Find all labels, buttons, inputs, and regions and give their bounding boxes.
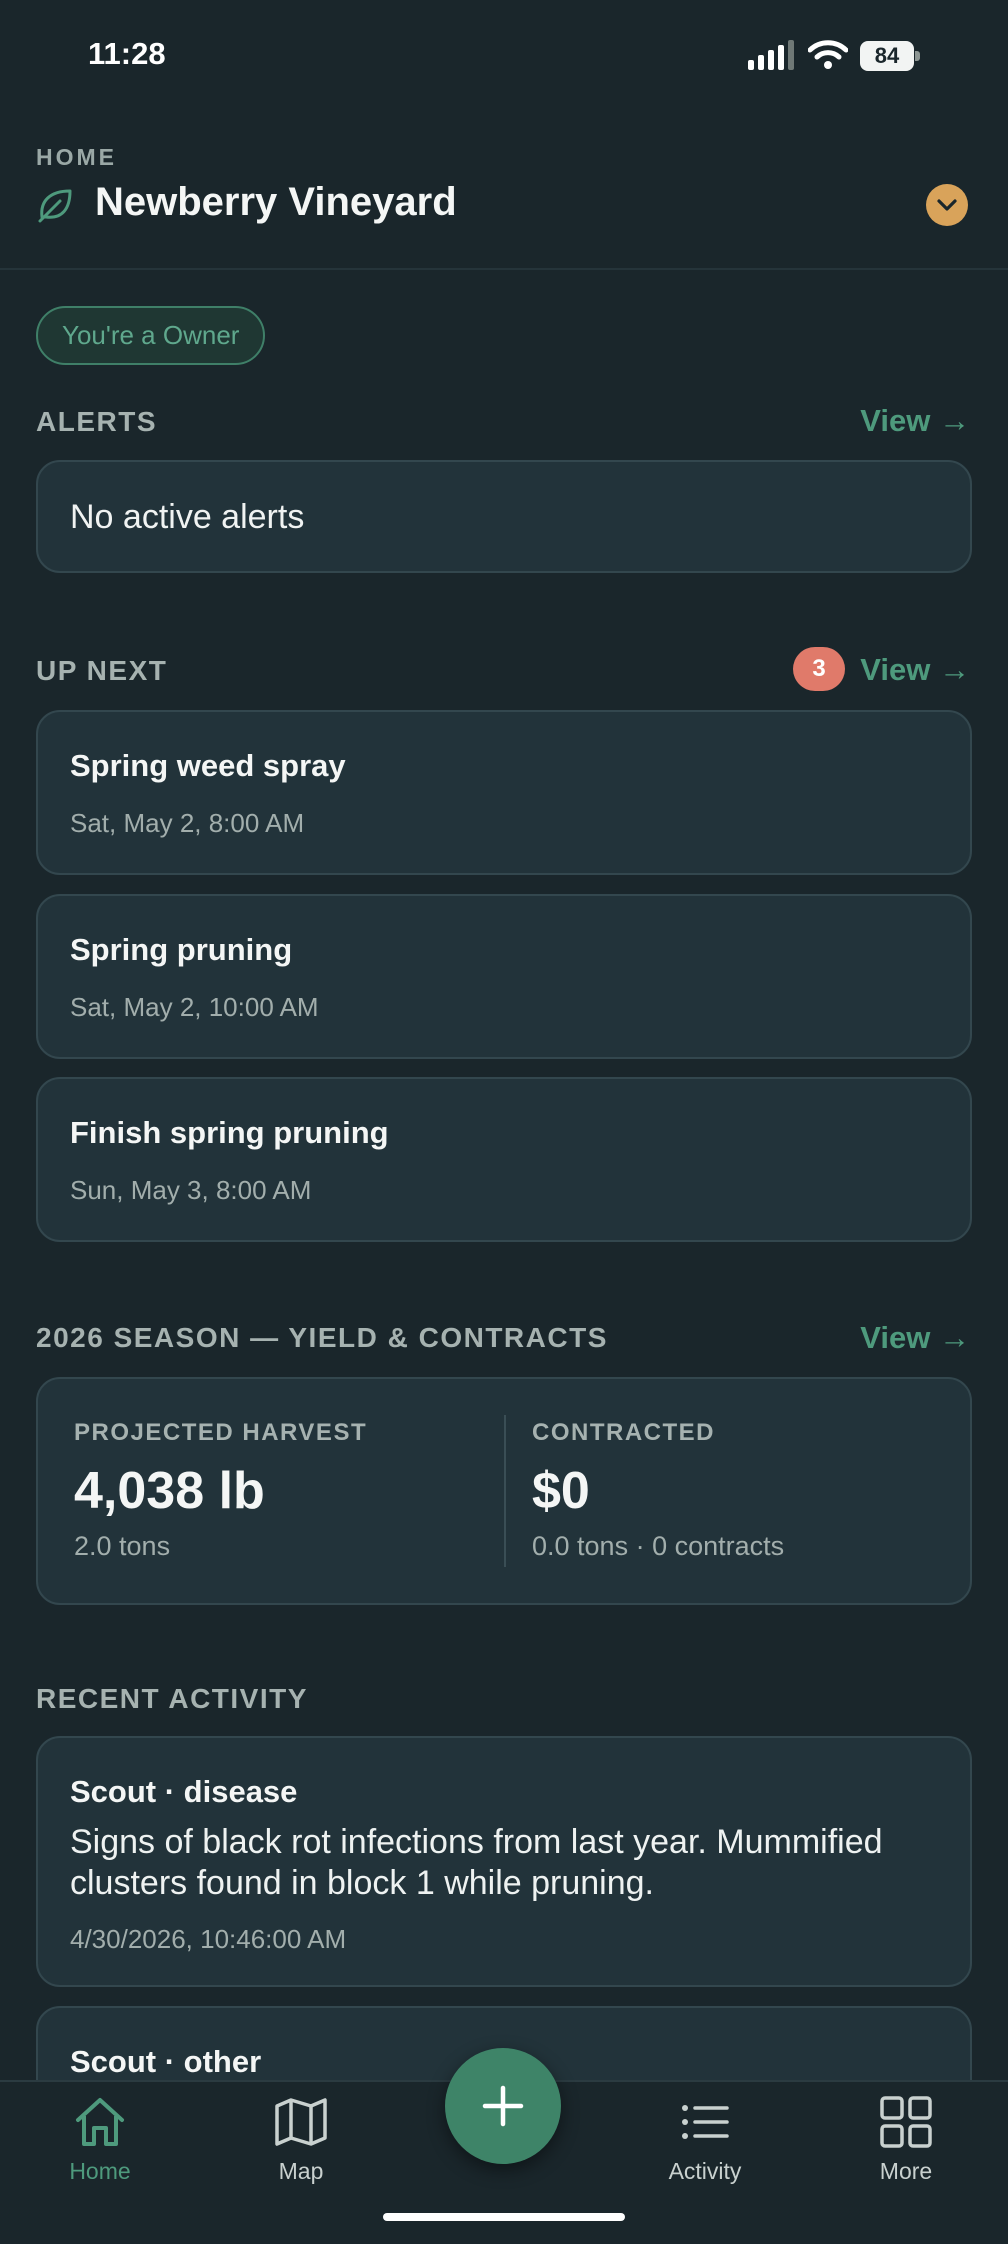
battery-indicator: 84 bbox=[860, 41, 920, 71]
tab-more-label: More bbox=[879, 2158, 933, 2184]
vineyard-switcher-button[interactable] bbox=[926, 184, 968, 226]
projected-harvest-label: PROJECTED HARVEST bbox=[74, 1419, 368, 1446]
tab-activity[interactable]: Activity bbox=[635, 2094, 775, 2185]
task-title: Spring weed spray bbox=[70, 748, 346, 783]
map-icon bbox=[275, 2098, 327, 2146]
up-next-view-link[interactable]: View → bbox=[860, 652, 970, 688]
season-view-link[interactable]: View → bbox=[860, 1320, 970, 1356]
projected-harvest: PROJECTED HARVEST 4,038 lb 2.0 tons bbox=[74, 1419, 367, 1562]
recent-activity-title: RECENT ACTIVITY bbox=[36, 1683, 308, 1714]
alerts-view-link[interactable]: View → bbox=[860, 403, 970, 439]
season-title: 2026 SEASON — YIELD & CONTRACTS bbox=[36, 1322, 608, 1353]
vineyard-name[interactable]: Newberry Vineyard bbox=[95, 180, 457, 225]
tab-home[interactable]: Home bbox=[30, 2094, 170, 2185]
contracted: CONTRACTED $0 0.0 tons · 0 contracts bbox=[532, 1419, 784, 1562]
tab-home-label: Home bbox=[69, 2158, 131, 2184]
battery-level: 84 bbox=[860, 41, 914, 71]
plus-icon bbox=[482, 2085, 524, 2127]
activity-date: 4/30/2026, 10:46:00 AM bbox=[70, 1924, 347, 1954]
wifi-icon bbox=[808, 40, 848, 69]
projected-harvest-tons: 2.0 tons bbox=[74, 1531, 171, 1561]
alerts-title: ALERTS bbox=[36, 406, 157, 437]
battery-tip bbox=[915, 51, 920, 61]
tab-more[interactable]: More bbox=[836, 2094, 976, 2185]
task-card[interactable]: Finish spring pruning Sun, May 3, 8:00 A… bbox=[36, 1077, 972, 1242]
home-indicator[interactable] bbox=[383, 2213, 625, 2221]
tab-map[interactable]: Map bbox=[231, 2094, 371, 2185]
alerts-empty-text: No active alerts bbox=[70, 498, 305, 536]
chevron-down-icon bbox=[937, 199, 957, 211]
status-bar: 11:28 84 bbox=[0, 0, 1008, 110]
activity-description: Signs of black rot infections from last … bbox=[70, 1823, 883, 1902]
contracted-label: CONTRACTED bbox=[532, 1419, 715, 1446]
projected-harvest-value: 4,038 lb bbox=[74, 1462, 265, 1520]
task-title: Spring pruning bbox=[70, 932, 293, 967]
task-card[interactable]: Spring weed spray Sat, May 2, 8:00 AM bbox=[36, 710, 972, 875]
up-next-count-badge: 3 bbox=[793, 647, 845, 691]
alerts-card: No active alerts bbox=[36, 460, 972, 573]
task-title: Finish spring pruning bbox=[70, 1115, 389, 1150]
tab-activity-label: Activity bbox=[668, 2158, 742, 2184]
home-icon bbox=[76, 2098, 124, 2146]
task-date: Sun, May 3, 8:00 AM bbox=[70, 1175, 312, 1205]
yield-card[interactable]: PROJECTED HARVEST 4,038 lb 2.0 tons CONT… bbox=[36, 1377, 972, 1605]
add-button[interactable] bbox=[445, 2048, 561, 2164]
list-icon bbox=[682, 2105, 729, 2139]
task-card[interactable]: Spring pruning Sat, May 2, 10:00 AM bbox=[36, 894, 972, 1059]
task-date: Sat, May 2, 8:00 AM bbox=[70, 808, 305, 838]
contracted-value: $0 bbox=[532, 1462, 590, 1520]
task-date: Sat, May 2, 10:00 AM bbox=[70, 992, 319, 1022]
signal-icon bbox=[748, 40, 794, 70]
activity-card[interactable]: Scout · disease Signs of black rot infec… bbox=[36, 1736, 972, 1987]
grid-icon bbox=[880, 2096, 932, 2148]
section-label: HOME bbox=[36, 144, 117, 170]
contracted-summary: 0.0 tons · 0 contracts bbox=[532, 1531, 785, 1561]
role-badge: You're a Owner bbox=[36, 306, 266, 365]
activity-title: Scout · disease bbox=[70, 1774, 298, 1809]
up-next-title: UP NEXT bbox=[36, 655, 168, 686]
status-time: 11:28 bbox=[88, 36, 166, 71]
activity-title: Scout · other bbox=[70, 2044, 262, 2079]
yield-divider bbox=[504, 1415, 506, 1567]
tab-map-label: Map bbox=[278, 2158, 324, 2184]
page-header: HOME Newberry Vineyard bbox=[0, 130, 1008, 270]
leaf-icon bbox=[38, 189, 72, 223]
